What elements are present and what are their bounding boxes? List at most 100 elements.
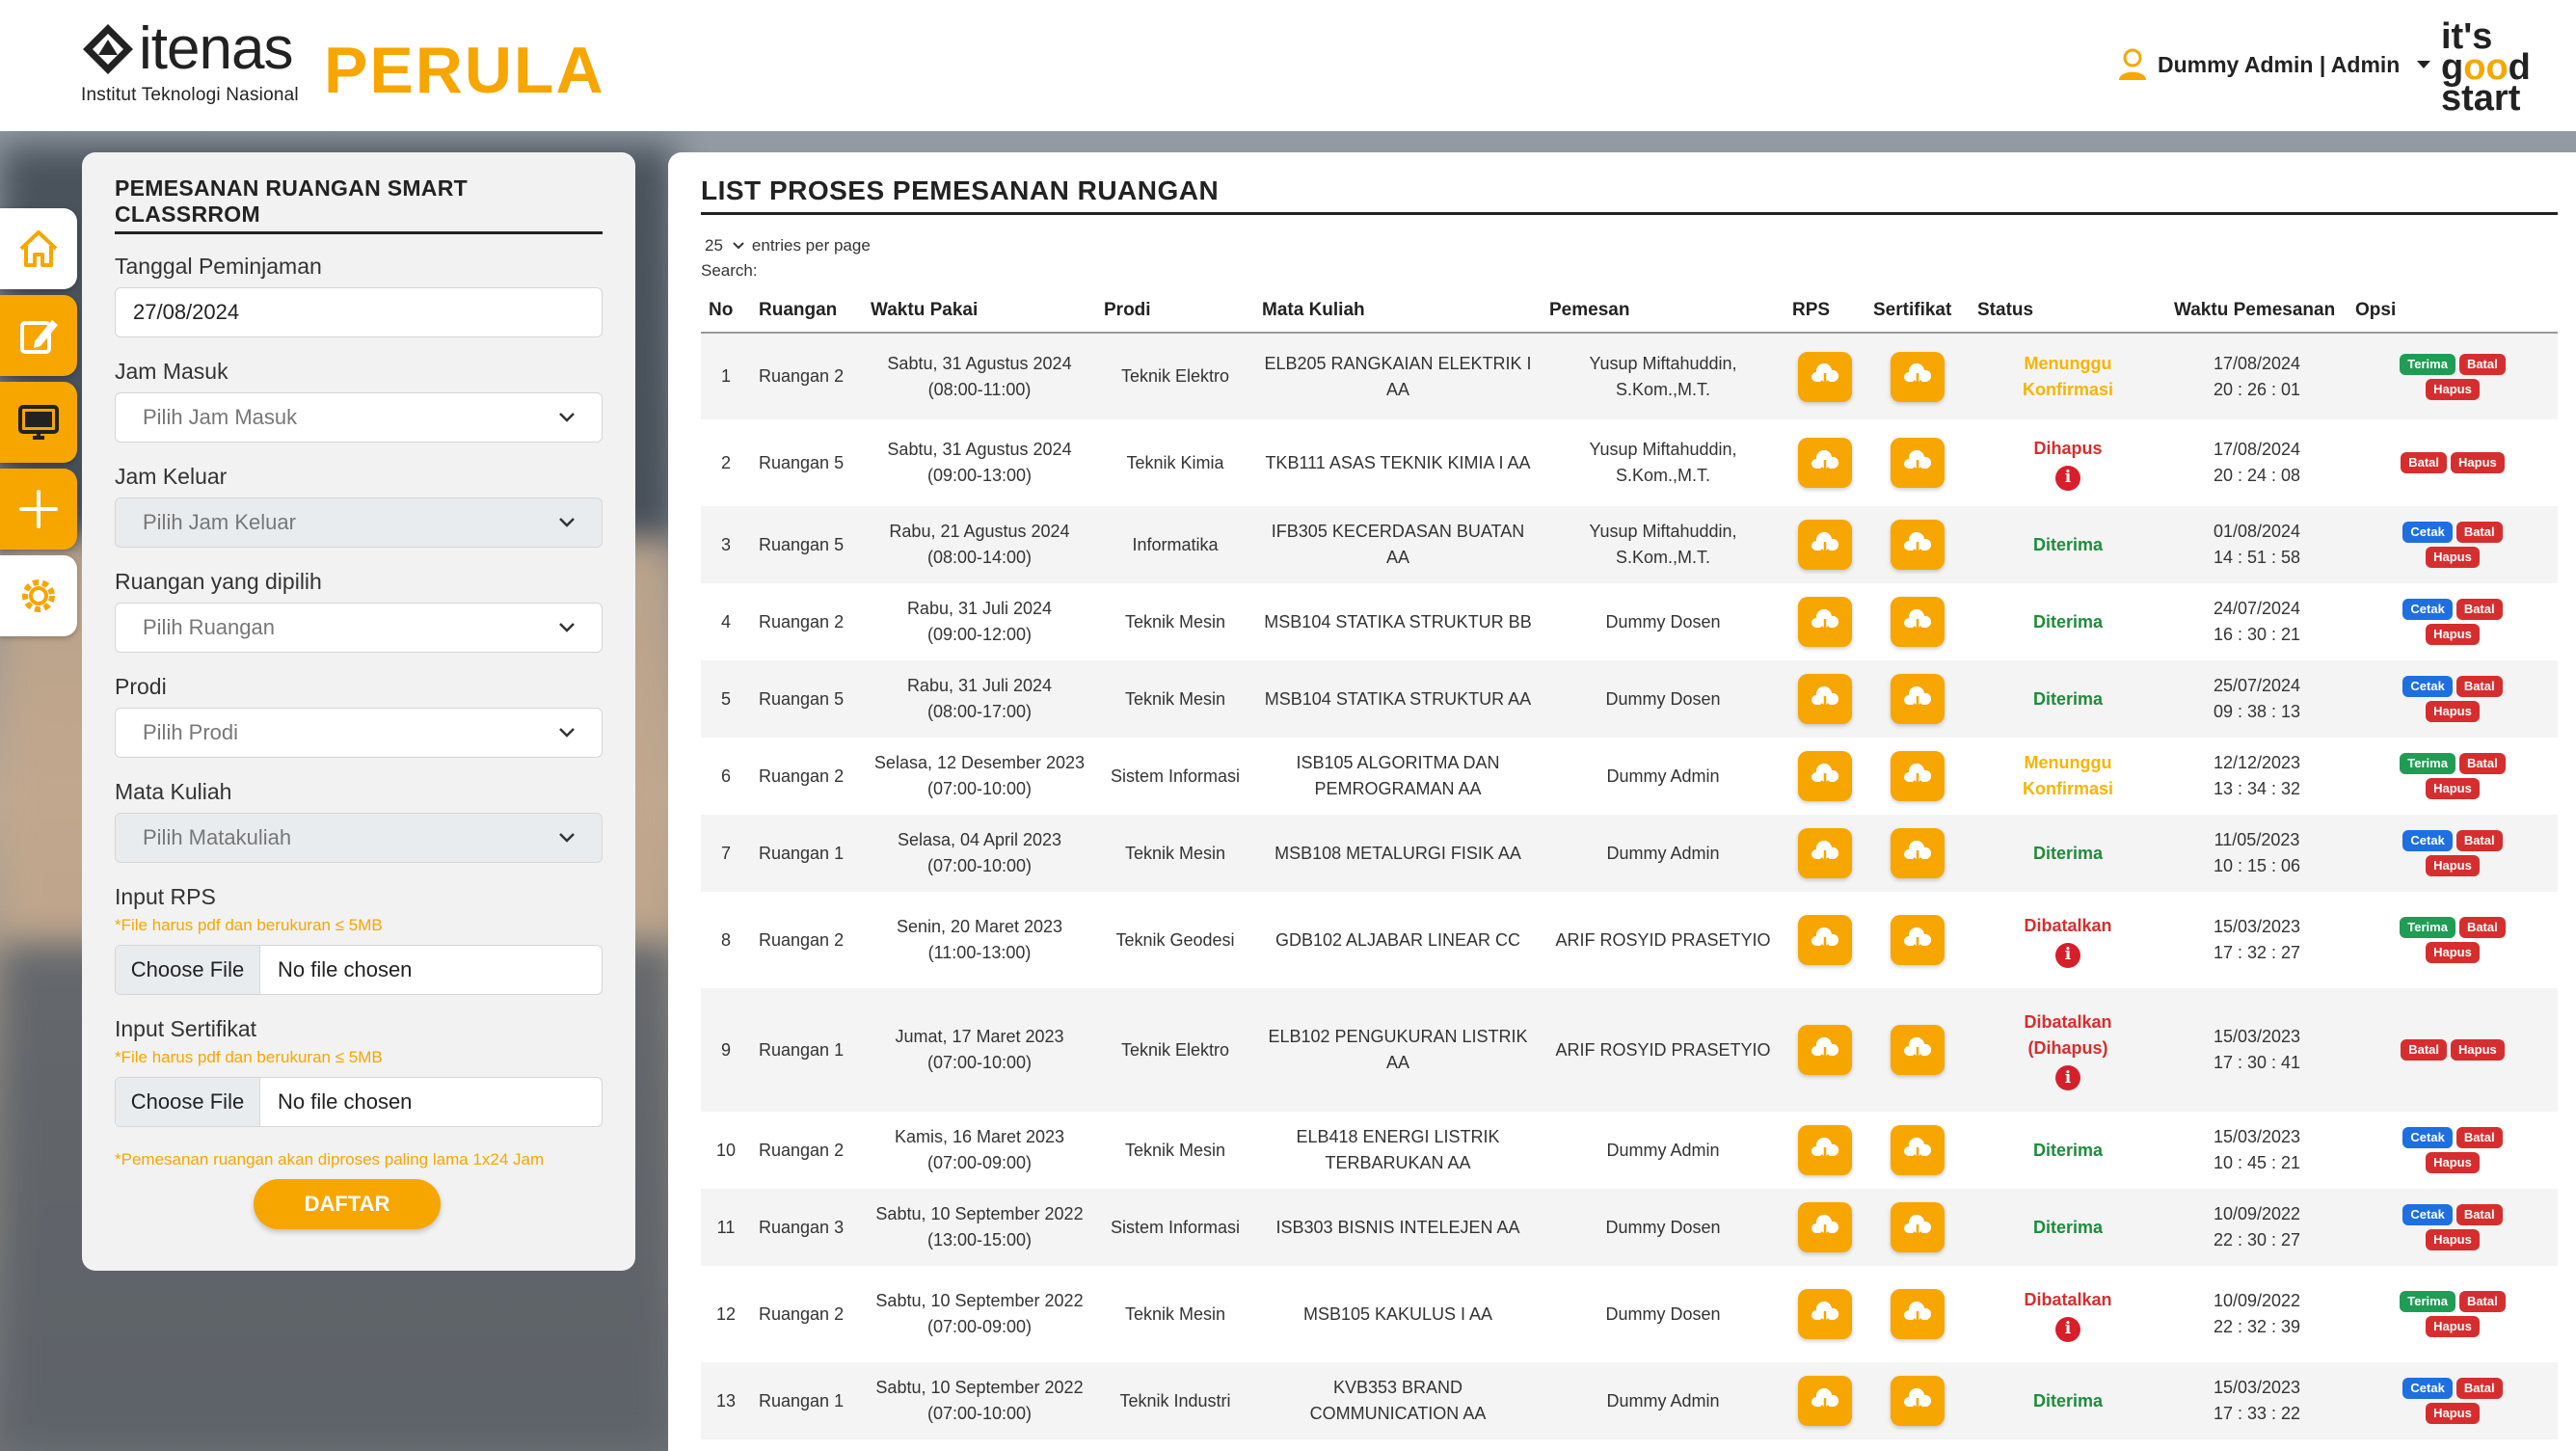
cell-waktu-pemesanan: 17/08/2024 20 : 24 : 08 (2166, 419, 2348, 506)
user-menu[interactable]: Dummy Admin | Admin (2117, 48, 2431, 81)
rps-download-button[interactable] (1798, 674, 1852, 724)
sertifikat-download-button[interactable] (1891, 520, 1945, 570)
sertifikat-download-button[interactable] (1891, 1125, 1945, 1175)
hapus-button[interactable]: Hapus (2451, 452, 2505, 473)
nav-monitor[interactable] (0, 382, 77, 463)
prodi-select[interactable]: Pilih Prodi (115, 708, 603, 758)
sertifikat-download-button[interactable] (1891, 1289, 1945, 1339)
column-header[interactable]: Waktu Pakai (863, 288, 1096, 334)
column-header[interactable]: RPS (1784, 288, 1865, 334)
hapus-button[interactable]: Hapus (2451, 1039, 2505, 1061)
sertifikat-download-button[interactable] (1891, 828, 1945, 878)
daftar-button[interactable]: DAFTAR (254, 1179, 441, 1229)
column-header[interactable]: Ruangan (751, 288, 863, 334)
column-header[interactable]: No (701, 288, 751, 334)
sertifikat-download-button[interactable] (1891, 597, 1945, 647)
info-icon[interactable]: i (2055, 465, 2080, 491)
rps-download-button[interactable] (1798, 1025, 1852, 1075)
hapus-button[interactable]: Hapus (2426, 778, 2480, 799)
batal-button[interactable]: Batal (2455, 1378, 2503, 1399)
hapus-button[interactable]: Hapus (2426, 378, 2480, 400)
column-header[interactable]: Waktu Pemesanan (2166, 288, 2348, 334)
column-header[interactable]: Pemesan (1542, 288, 1784, 334)
matkul-select[interactable]: Pilih Matakuliah (115, 813, 603, 863)
cetak-button[interactable]: Cetak (2402, 1204, 2453, 1225)
rps-download-button[interactable] (1798, 520, 1852, 570)
nav-add[interactable] (0, 469, 77, 550)
batal-button[interactable]: Batal (2458, 917, 2506, 938)
terima-button[interactable]: Terima (2400, 753, 2455, 774)
hapus-button[interactable]: Hapus (2426, 1229, 2480, 1250)
sertifikat-download-button[interactable] (1891, 438, 1945, 488)
tanggal-input[interactable] (115, 287, 603, 337)
rps-file-input[interactable]: Choose File No file chosen (115, 945, 603, 995)
hapus-button[interactable]: Hapus (2426, 624, 2480, 645)
column-header[interactable]: Prodi (1096, 288, 1254, 334)
hapus-button[interactable]: Hapus (2426, 855, 2480, 876)
terima-button[interactable]: Terima (2400, 353, 2455, 375)
info-icon[interactable]: i (2055, 942, 2080, 968)
batal-button[interactable]: Batal (2455, 676, 2503, 697)
sertifikat-download-button[interactable] (1891, 351, 1945, 402)
sertifikat-download-button[interactable] (1891, 751, 1945, 801)
hapus-button[interactable]: Hapus (2426, 701, 2480, 722)
terima-button[interactable]: Terima (2400, 917, 2455, 938)
rps-download-button[interactable] (1798, 915, 1852, 965)
sertifikat-download-button[interactable] (1891, 1202, 1945, 1252)
column-header[interactable]: Opsi (2348, 288, 2558, 334)
rps-download-button[interactable] (1798, 597, 1852, 647)
itenas-logo[interactable]: itenas Institut Teknologi Nasional (81, 19, 299, 106)
nav-settings[interactable] (0, 555, 77, 636)
jam-masuk-select[interactable]: Pilih Jam Masuk (115, 392, 603, 443)
nav-home[interactable] (0, 208, 77, 289)
ruangan-select[interactable]: Pilih Ruangan (115, 603, 603, 653)
sertifikat-download-button[interactable] (1891, 674, 1945, 724)
search-input[interactable] (765, 261, 958, 281)
jam-keluar-select[interactable]: Pilih Jam Keluar (115, 497, 603, 548)
hapus-button[interactable]: Hapus (2426, 942, 2480, 963)
hapus-button[interactable]: Hapus (2426, 1152, 2480, 1173)
rps-download-button[interactable] (1798, 351, 1852, 402)
batal-button[interactable]: Batal (2401, 452, 2448, 473)
cetak-button[interactable]: Cetak (2402, 1378, 2453, 1399)
rps-download-button[interactable] (1798, 1289, 1852, 1339)
rps-download-button[interactable] (1798, 1376, 1852, 1426)
hapus-button[interactable]: Hapus (2426, 547, 2480, 568)
terima-button[interactable]: Terima (2400, 1291, 2455, 1312)
batal-button[interactable]: Batal (2455, 830, 2503, 851)
batal-button[interactable]: Batal (2458, 753, 2506, 774)
cetak-button[interactable]: Cetak (2402, 676, 2453, 697)
rps-choose-file-button[interactable]: Choose File (116, 946, 260, 994)
cetak-button[interactable]: Cetak (2402, 599, 2453, 620)
batal-button[interactable]: Batal (2455, 522, 2503, 543)
rps-download-button[interactable] (1798, 1202, 1852, 1252)
batal-button[interactable]: Batal (2401, 1039, 2448, 1061)
rps-download-button[interactable] (1798, 828, 1852, 878)
column-header[interactable]: Mata Kuliah (1254, 288, 1542, 334)
nav-edit[interactable] (0, 295, 77, 376)
entries-per-page-select[interactable]: 25 (701, 236, 748, 255)
batal-button[interactable]: Batal (2458, 353, 2506, 375)
info-icon[interactable]: i (2055, 1316, 2080, 1342)
sertifikat-download-button[interactable] (1891, 915, 1945, 965)
sertifikat-download-button[interactable] (1891, 1025, 1945, 1075)
batal-button[interactable]: Batal (2455, 1127, 2503, 1148)
sertifikat-file-input[interactable]: Choose File No file chosen (115, 1077, 603, 1127)
batal-button[interactable]: Batal (2458, 1291, 2506, 1312)
rps-download-button[interactable] (1798, 1125, 1852, 1175)
rps-download-button[interactable] (1798, 438, 1852, 488)
sertifikat-download-button[interactable] (1891, 1376, 1945, 1426)
cetak-button[interactable]: Cetak (2402, 522, 2453, 543)
column-header[interactable]: Sertifikat (1865, 288, 1970, 334)
hapus-button[interactable]: Hapus (2426, 1316, 2480, 1337)
cetak-button[interactable]: Cetak (2402, 830, 2453, 851)
column-header[interactable]: Status (1970, 288, 2166, 334)
sertifikat-choose-file-button[interactable]: Choose File (116, 1078, 260, 1126)
rps-download-button[interactable] (1798, 751, 1852, 801)
batal-button[interactable]: Batal (2455, 1204, 2503, 1225)
hapus-button[interactable]: Hapus (2426, 1403, 2480, 1424)
mata-kuliah-line: ISB105 ALGORITMA DAN (1296, 753, 1500, 772)
cetak-button[interactable]: Cetak (2402, 1127, 2453, 1148)
info-icon[interactable]: i (2055, 1065, 2080, 1090)
batal-button[interactable]: Batal (2455, 599, 2503, 620)
